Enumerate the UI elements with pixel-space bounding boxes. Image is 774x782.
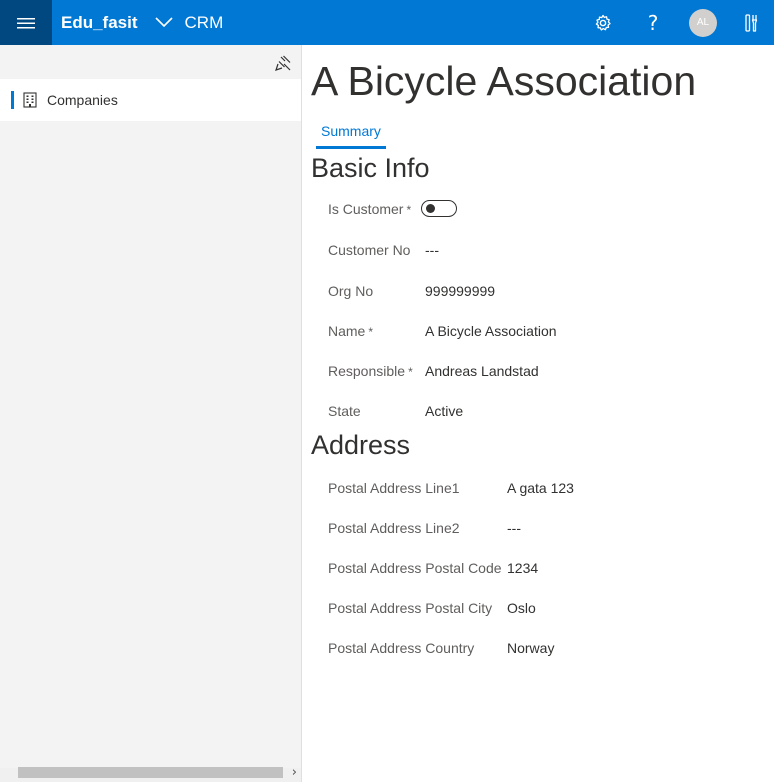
tools-icon [745,13,758,32]
scrollbar-thumb[interactable] [18,767,283,778]
module-name[interactable]: CRM [185,13,224,33]
page-title: A Bicycle Association [311,58,697,104]
avatar: AL [689,8,717,37]
top-bar: Edu_fasit CRM ? AL [0,0,774,45]
customer-no-value: --- [425,242,439,258]
building-icon [23,92,37,108]
responsible-label: Responsible * [328,363,413,379]
record-form: A Bicycle Association Summary Basic Info… [303,45,774,782]
name-value: A Bicycle Association [425,323,557,339]
active-indicator [11,91,14,109]
postal-line2-label: Postal Address Line2 [328,520,460,536]
org-no-label: Org No [328,283,374,299]
responsible-value: Andreas Landstad [425,363,539,379]
name-label: Name * [328,323,373,339]
app-name[interactable]: Edu_fasit [61,13,138,33]
hamburger-icon [17,17,35,28]
help-icon: ? [647,10,659,35]
postal-line1-label: Postal Address Line1 [328,480,460,496]
hamburger-menu-button[interactable] [0,0,52,45]
top-bar-actions: ? AL [578,0,774,45]
org-no-value: 999999999 [425,283,496,299]
field-label-text: Responsible [328,363,406,379]
settings-button[interactable] [578,0,628,45]
state-value: Active [425,403,464,419]
gear-icon [595,14,611,31]
sidebar: Companies › [0,45,302,782]
postal-line1-value: A gata 123 [507,480,574,496]
section-title-basic-info: Basic Info [311,153,430,183]
section-title-address: Address [311,430,411,460]
field-label-text: Is Customer [328,201,404,217]
horizontal-scrollbar[interactable]: › [0,764,301,782]
required-marker: * [408,365,413,379]
tools-button[interactable] [728,0,774,45]
tab-summary[interactable]: Summary [316,119,386,149]
unpin-icon [275,55,291,71]
help-button[interactable]: ? [628,0,678,45]
sidebar-item-companies[interactable]: Companies [0,79,301,121]
is-customer-label: Is Customer * [328,201,411,217]
chevron-down-icon[interactable] [154,17,173,28]
postal-city-label: Postal Address Postal City [328,600,493,616]
required-marker: * [368,325,374,339]
toggle-knob [426,204,435,213]
postal-code-label: Postal Address Postal Code [328,560,502,576]
sidebar-item-label: Companies [47,92,118,108]
field-label-text: Name [328,323,366,339]
scroll-right-arrow-icon[interactable]: › [292,765,297,780]
state-label: State [328,403,361,419]
unpin-button[interactable] [273,53,293,73]
is-customer-toggle[interactable] [421,200,457,217]
postal-code-value: 1234 [507,560,539,576]
postal-line2-value: --- [507,520,521,536]
postal-country-label: Postal Address Country [328,640,475,656]
customer-no-label: Customer No [328,242,411,258]
postal-city-value: Oslo [507,600,536,616]
postal-country-value: Norway [507,640,555,656]
required-marker: * [406,203,412,217]
user-menu-button[interactable]: AL [678,0,728,45]
